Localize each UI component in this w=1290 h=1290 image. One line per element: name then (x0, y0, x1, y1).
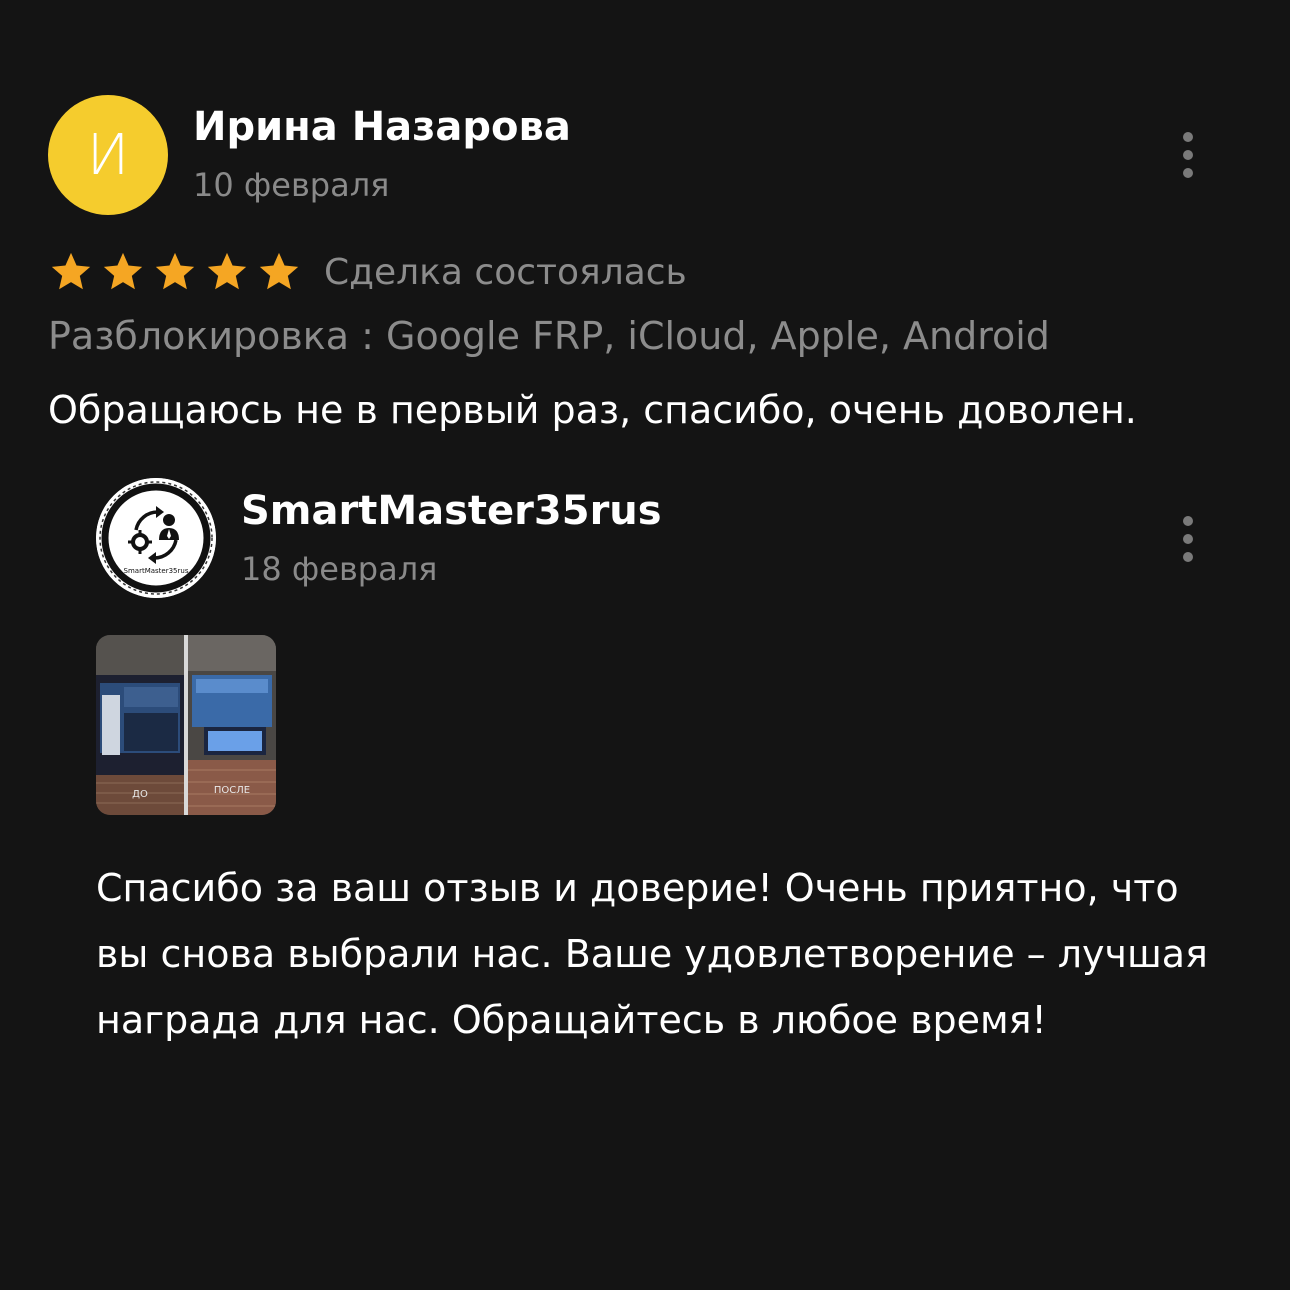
seller-logo-caption: SmartMaster35rus (124, 567, 189, 575)
reply-date: 18 февраля (241, 550, 438, 588)
seller-name[interactable]: SmartMaster35rus (241, 488, 662, 534)
star-icon (155, 252, 195, 290)
seller-logo[interactable]: SmartMaster35rus (96, 478, 216, 598)
review-more-button[interactable] (1168, 125, 1208, 185)
more-vertical-icon (1183, 132, 1193, 142)
seller-logo-icon: SmartMaster35rus (96, 478, 216, 598)
rating-row: Сделка состоялась (48, 246, 687, 298)
author-name[interactable]: Ирина Назарова (193, 104, 571, 150)
author-initial: И (86, 122, 130, 188)
after-label: ПОСЛЕ (214, 785, 250, 796)
review-date: 10 февраля (193, 166, 390, 204)
review-card: И Ирина Назарова 10 февраля Сделка состо… (0, 0, 1290, 1290)
review-text: Обращаюсь не в первый раз, спасибо, очен… (48, 388, 1137, 432)
star-icon (103, 252, 143, 290)
reply-photo-attachment[interactable]: ДО ПОСЛЕ (96, 635, 276, 815)
author-avatar[interactable]: И (48, 95, 168, 215)
star-icon (207, 252, 247, 290)
star-icon (51, 252, 91, 290)
before-after-photo: ДО ПОСЛЕ (96, 635, 276, 815)
before-label: ДО (132, 789, 148, 800)
deal-status: Сделка состоялась (324, 251, 687, 293)
reply-more-button[interactable] (1168, 509, 1208, 569)
reply-text: Спасибо за ваш отзыв и доверие! Очень пр… (96, 866, 1208, 1042)
more-vertical-icon (1183, 516, 1193, 526)
service-category: Разблокировка : Google FRP, iCloud, Appl… (48, 314, 1050, 358)
star-icon (259, 252, 299, 290)
star-rating (48, 249, 302, 295)
